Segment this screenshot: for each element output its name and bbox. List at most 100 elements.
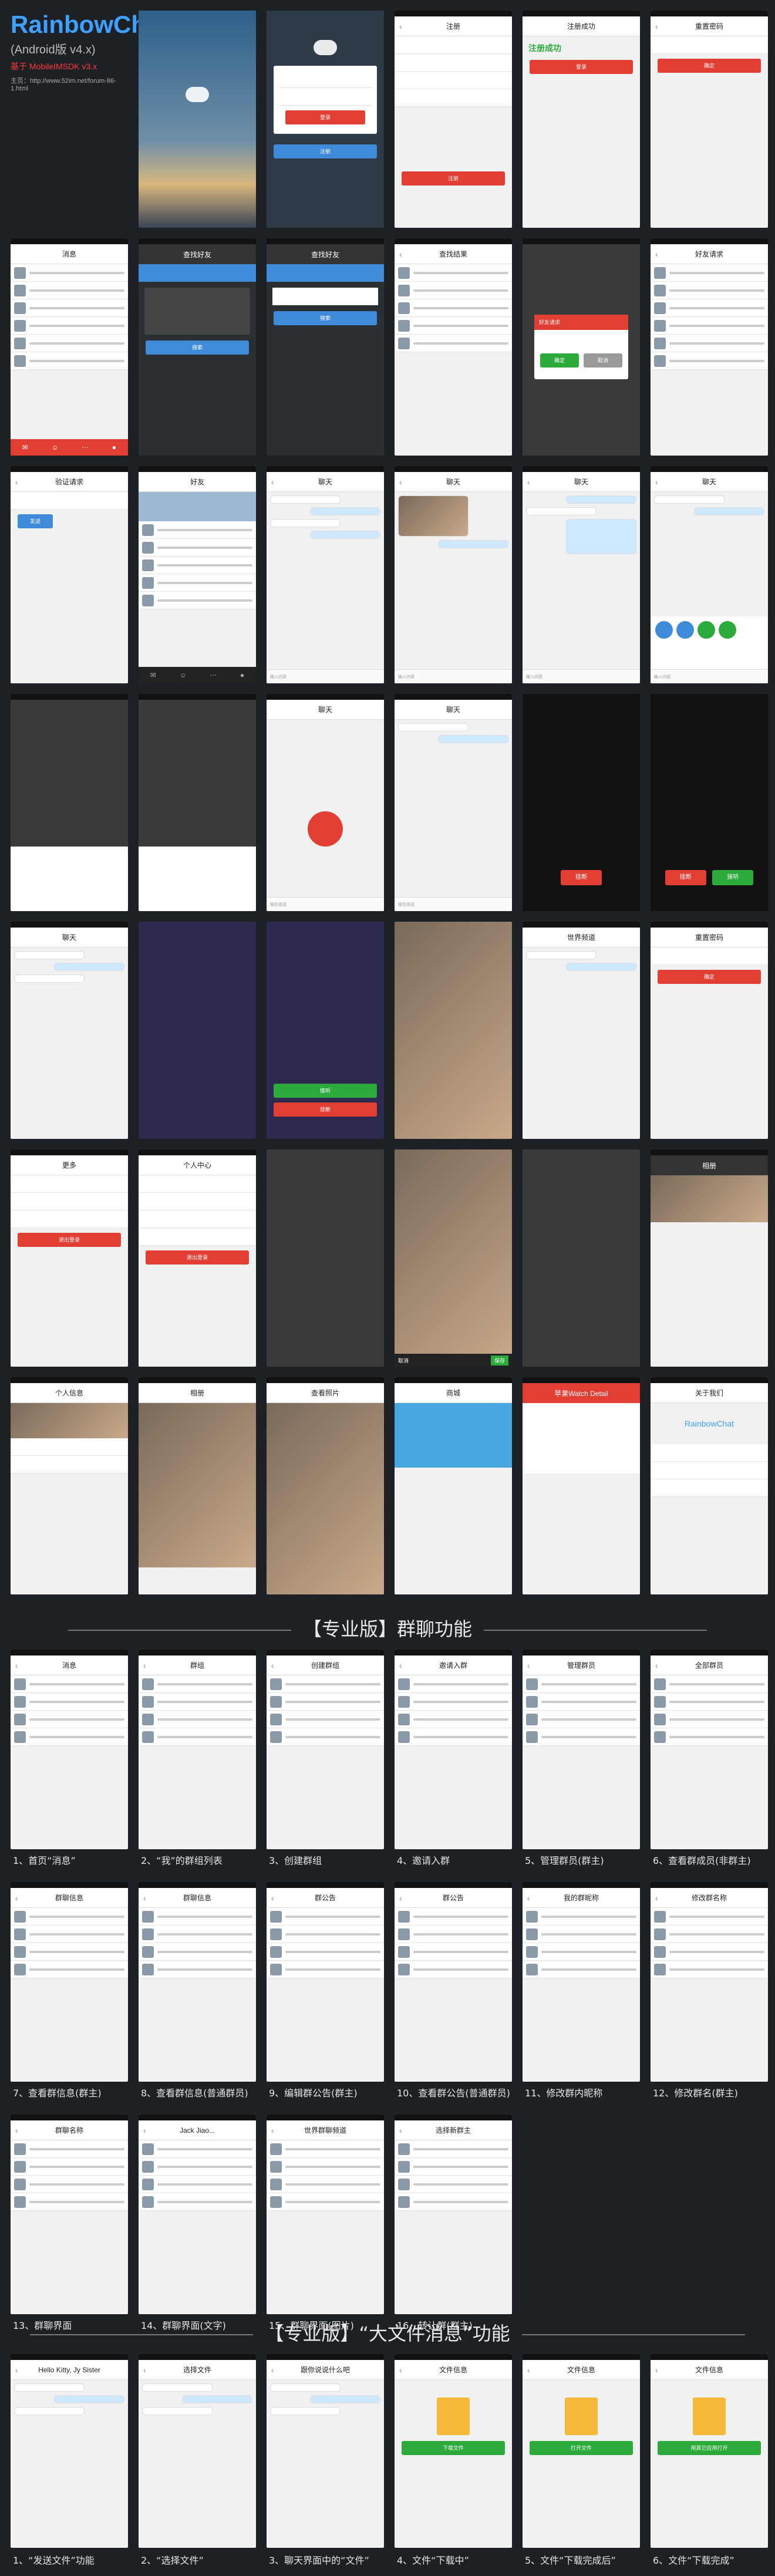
list-item[interactable]: [11, 2140, 128, 2158]
login-password-field[interactable]: [278, 88, 372, 106]
chat-input-bar[interactable]: 按住说话: [395, 897, 512, 911]
reset-submit-button[interactable]: 确定: [658, 970, 761, 984]
register-entry-button[interactable]: 注册: [274, 144, 377, 159]
back-arrow-icon[interactable]: ‹: [271, 477, 274, 487]
list-item[interactable]: [651, 1444, 768, 1462]
list-item[interactable]: [11, 2158, 128, 2176]
list-item[interactable]: [267, 2140, 384, 2158]
dialog-cancel-button[interactable]: 取消: [584, 353, 622, 367]
list-item[interactable]: [11, 282, 128, 299]
list-item[interactable]: [651, 264, 768, 282]
list-item[interactable]: [651, 317, 768, 335]
register-submit-button[interactable]: 注册: [402, 171, 505, 186]
list-item[interactable]: [11, 1211, 128, 1228]
list-item[interactable]: [11, 335, 128, 352]
list-item[interactable]: [395, 1926, 512, 1943]
list-item[interactable]: [395, 1908, 512, 1926]
list-item[interactable]: [267, 1943, 384, 1961]
back-arrow-icon[interactable]: ‹: [399, 477, 402, 487]
back-arrow-icon[interactable]: ‹: [655, 477, 658, 487]
list-item[interactable]: [139, 2140, 256, 2158]
list-item[interactable]: [395, 1693, 512, 1711]
list-item[interactable]: [139, 1961, 256, 1978]
list-item[interactable]: [395, 335, 512, 352]
list-item[interactable]: [651, 1693, 768, 1711]
back-arrow-icon[interactable]: ‹: [271, 1893, 274, 1903]
back-arrow-icon[interactable]: ‹: [655, 1893, 658, 1903]
file-message[interactable]: [54, 2395, 124, 2403]
list-item[interactable]: [139, 1211, 256, 1228]
login-button[interactable]: 登录: [285, 110, 365, 124]
list-item[interactable]: [139, 1943, 256, 1961]
list-item[interactable]: [523, 1926, 640, 1943]
list-item[interactable]: [395, 1711, 512, 1728]
list-item[interactable]: [651, 1961, 768, 1978]
chat-input-bar[interactable]: 输入内容: [395, 669, 512, 683]
list-item[interactable]: [11, 1456, 128, 1474]
login-account-field[interactable]: [278, 70, 372, 88]
list-item[interactable]: [139, 521, 256, 539]
list-item[interactable]: [523, 1711, 640, 1728]
list-item[interactable]: [11, 1908, 128, 1926]
register-nickname-field[interactable]: [395, 36, 512, 54]
chat-input-bar[interactable]: 输入内容: [651, 669, 768, 683]
list-item[interactable]: [267, 1711, 384, 1728]
tab-more[interactable]: ⋯: [210, 671, 217, 679]
list-item[interactable]: [523, 1693, 640, 1711]
list-item[interactable]: [523, 1675, 640, 1693]
back-arrow-icon[interactable]: ‹: [143, 2126, 146, 2135]
back-arrow-icon[interactable]: ‹: [143, 1893, 146, 1903]
list-item[interactable]: [395, 2140, 512, 2158]
list-item[interactable]: [139, 592, 256, 609]
gift-panel[interactable]: [139, 847, 256, 911]
find-search-button[interactable]: 搜索: [274, 311, 377, 325]
list-item[interactable]: [11, 2193, 128, 2211]
list-item[interactable]: [395, 1728, 512, 1746]
list-item[interactable]: [395, 2158, 512, 2176]
list-item[interactable]: [651, 1479, 768, 1497]
tab-more[interactable]: ⋯: [82, 443, 89, 451]
list-item[interactable]: [139, 2176, 256, 2193]
list-item[interactable]: [523, 1943, 640, 1961]
image-message[interactable]: [398, 495, 469, 537]
search-input[interactable]: [272, 288, 378, 305]
register-confirm-field[interactable]: [395, 89, 512, 107]
register-email-field[interactable]: [395, 54, 512, 72]
list-item[interactable]: [11, 352, 128, 370]
reject-button[interactable]: 挂断: [665, 870, 706, 885]
tab-me[interactable]: ●: [240, 671, 244, 679]
list-item[interactable]: [395, 282, 512, 299]
list-item[interactable]: [267, 2158, 384, 2176]
list-item[interactable]: [651, 1675, 768, 1693]
list-item[interactable]: [139, 1926, 256, 1943]
list-item[interactable]: [11, 1438, 128, 1456]
tab-messages[interactable]: ✉: [150, 671, 156, 679]
list-item[interactable]: [267, 2176, 384, 2193]
chat-input-bar[interactable]: 输入内容: [523, 669, 640, 683]
list-item[interactable]: [651, 1926, 768, 1943]
back-arrow-icon[interactable]: ‹: [655, 249, 658, 259]
back-arrow-icon[interactable]: ‹: [271, 2365, 274, 2375]
back-arrow-icon[interactable]: ‹: [399, 249, 402, 259]
list-item[interactable]: [267, 1675, 384, 1693]
list-item[interactable]: [523, 1908, 640, 1926]
image-message[interactable]: [566, 519, 636, 554]
list-item[interactable]: [11, 2176, 128, 2193]
back-arrow-icon[interactable]: ‹: [399, 2365, 402, 2375]
list-item[interactable]: [139, 1228, 256, 1246]
back-arrow-icon[interactable]: ‹: [15, 1661, 18, 1670]
list-item[interactable]: [651, 352, 768, 370]
video-icon[interactable]: [719, 621, 736, 639]
list-item[interactable]: [267, 1728, 384, 1746]
back-arrow-icon[interactable]: ‹: [527, 1893, 530, 1903]
list-item[interactable]: [139, 2158, 256, 2176]
list-item[interactable]: [139, 1193, 256, 1211]
list-item[interactable]: [651, 299, 768, 317]
camera-icon[interactable]: [676, 621, 694, 639]
list-item[interactable]: [139, 574, 256, 592]
list-item[interactable]: [523, 1728, 640, 1746]
login-now-button[interactable]: 登录: [530, 60, 633, 74]
file-message[interactable]: [182, 2395, 252, 2403]
list-item[interactable]: [11, 1926, 128, 1943]
list-item[interactable]: [651, 1943, 768, 1961]
